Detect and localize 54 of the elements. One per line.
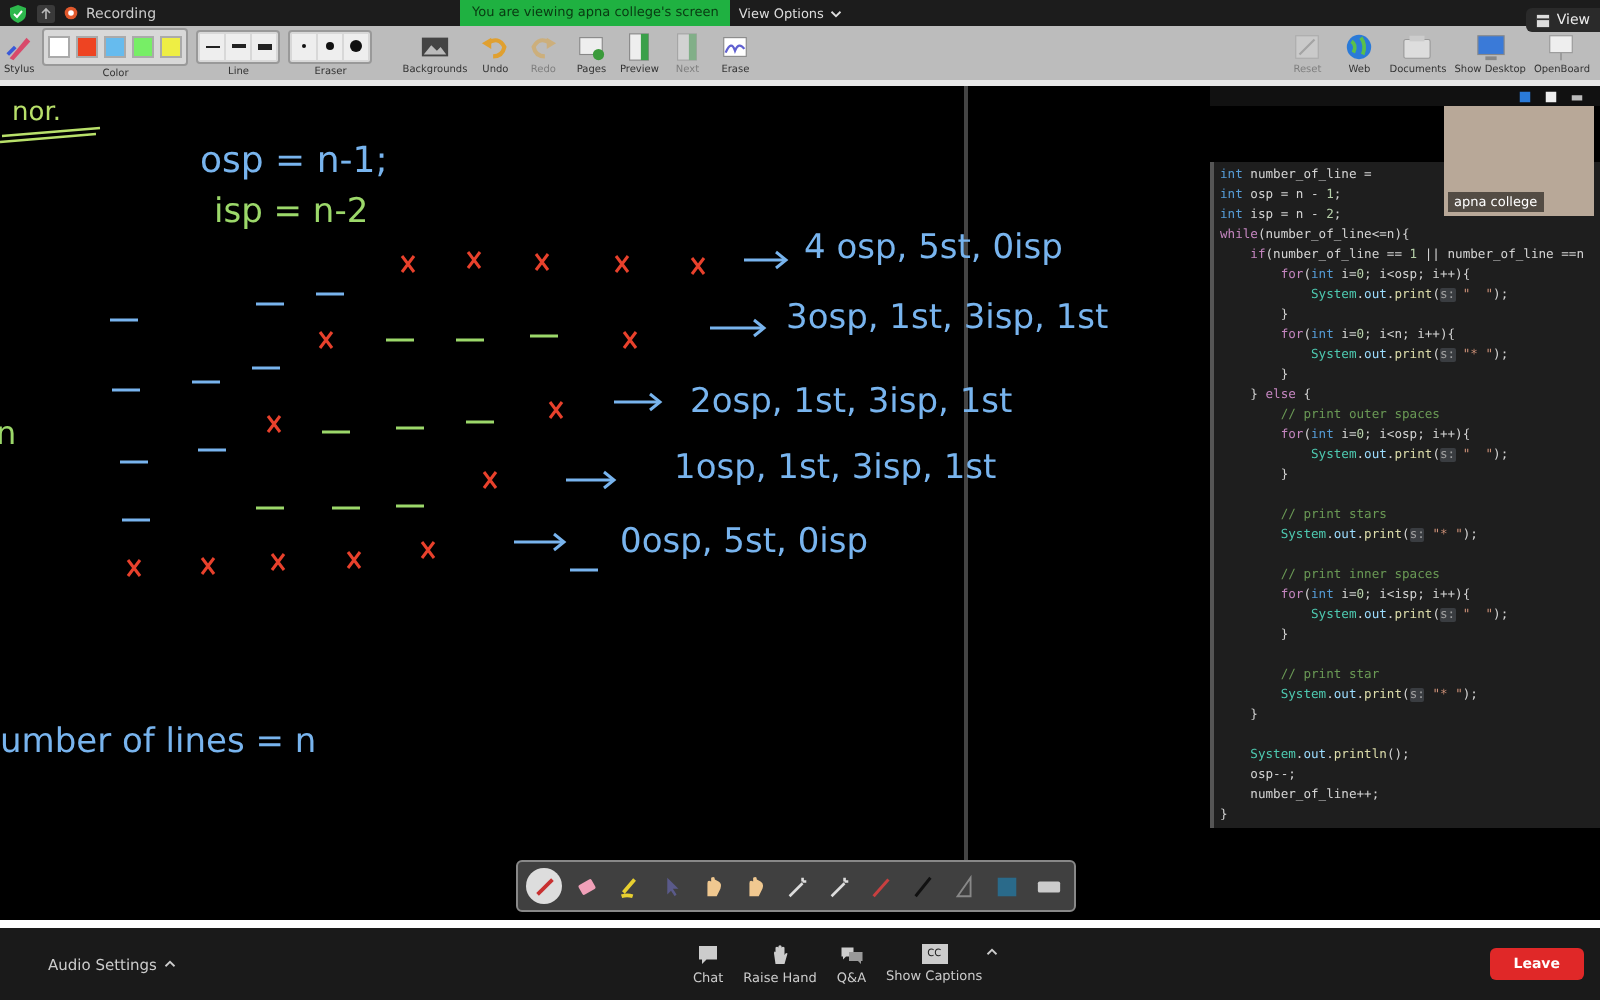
caret-icon bbox=[164, 960, 177, 969]
pencil-icon bbox=[1292, 31, 1323, 62]
share-icon[interactable] bbox=[36, 3, 56, 23]
window-icon[interactable] bbox=[1544, 89, 1558, 104]
handwritten-note: 2osp, 1st, 3isp, 1st bbox=[690, 382, 1013, 423]
line-thick-icon[interactable] bbox=[252, 33, 277, 60]
color-swatch[interactable] bbox=[160, 35, 183, 58]
handwritten-note: 3osp, 1st, 3isp, 1st bbox=[786, 298, 1109, 339]
handwritten-note: 1osp, 1st, 3isp, 1st bbox=[674, 448, 997, 489]
dot-medium-icon[interactable] bbox=[318, 33, 343, 60]
recording-icon bbox=[64, 6, 78, 20]
sheet-icon bbox=[624, 31, 655, 62]
underline-mark bbox=[0, 127, 102, 144]
chat-icon bbox=[696, 943, 721, 966]
handwritten-note: isp = n-2 bbox=[214, 192, 369, 233]
wand-icon bbox=[825, 873, 851, 900]
chevron-down-icon bbox=[829, 9, 842, 17]
shield-icon[interactable] bbox=[8, 3, 28, 23]
dot-small-icon[interactable] bbox=[292, 33, 317, 60]
page-icon bbox=[576, 31, 607, 62]
board-icon bbox=[1546, 31, 1577, 62]
dot-large-icon[interactable] bbox=[344, 33, 369, 60]
caret-icon[interactable] bbox=[986, 947, 999, 956]
line-medium-icon[interactable] bbox=[226, 33, 251, 60]
handwritten-note: umber of lines = n bbox=[0, 722, 317, 763]
color-swatch[interactable] bbox=[132, 35, 155, 58]
globe-icon bbox=[1344, 31, 1375, 62]
arrow bbox=[514, 533, 567, 552]
handwritten-note: 4 osp, 5st, 0isp bbox=[804, 228, 1063, 269]
minimize-icon[interactable] bbox=[1518, 89, 1532, 104]
line-icon bbox=[909, 873, 935, 900]
sheet-icon bbox=[672, 31, 703, 62]
color-swatch[interactable] bbox=[48, 35, 71, 58]
highlighter-icon bbox=[615, 873, 641, 900]
arrow bbox=[614, 393, 663, 412]
folder-icon bbox=[1402, 31, 1433, 62]
color-swatch[interactable] bbox=[76, 35, 99, 58]
hand-icon bbox=[768, 943, 793, 966]
annotation-tool[interactable] bbox=[526, 868, 562, 905]
arrow bbox=[744, 251, 789, 270]
monitor-icon bbox=[1475, 31, 1506, 62]
line-thin-icon[interactable] bbox=[200, 33, 225, 60]
handwritten-note: nor. bbox=[12, 98, 61, 129]
color-swatch[interactable] bbox=[104, 35, 127, 58]
handwritten-note: 0osp, 5st, 0isp bbox=[620, 522, 869, 563]
speech-bubbles-icon bbox=[839, 943, 864, 966]
square-icon bbox=[993, 873, 1019, 900]
ruler-icon bbox=[951, 873, 977, 900]
arrow bbox=[566, 471, 617, 490]
wand-icon bbox=[783, 873, 809, 900]
handwritten-note: osp = n-1; bbox=[200, 140, 388, 183]
brush-icon bbox=[867, 873, 893, 900]
arrow bbox=[710, 319, 767, 338]
pen-icon bbox=[531, 873, 557, 900]
